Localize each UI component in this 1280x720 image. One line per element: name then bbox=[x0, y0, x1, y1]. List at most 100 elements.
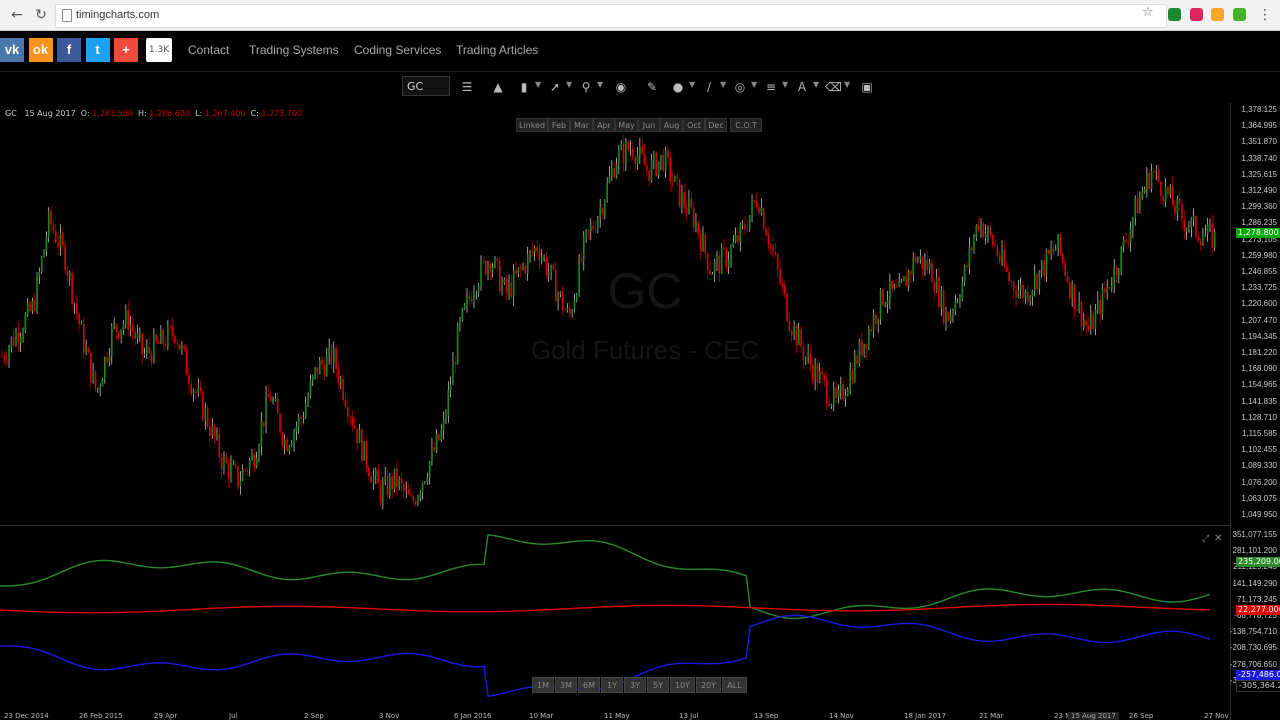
candle-body bbox=[442, 418, 445, 431]
text-tool-icon[interactable]: A bbox=[794, 79, 810, 95]
candle-body bbox=[225, 456, 228, 463]
cot-red-label: 22,277.000 bbox=[1236, 605, 1280, 615]
candle-body bbox=[748, 215, 751, 231]
chevron-down-icon[interactable]: ▼ bbox=[566, 80, 572, 89]
candle-body bbox=[412, 495, 415, 502]
candle-body bbox=[854, 355, 856, 382]
pencil-icon[interactable]: ✎ bbox=[644, 79, 660, 95]
back-arrow-icon[interactable]: ← bbox=[7, 5, 27, 25]
candle-body bbox=[660, 154, 662, 162]
candle-body bbox=[557, 294, 559, 302]
candle-body bbox=[1052, 249, 1055, 251]
chevron-down-icon[interactable]: ▼ bbox=[720, 80, 726, 89]
indicators-icon[interactable]: ☰ bbox=[459, 79, 475, 95]
date-tick-label: 13 Jul bbox=[679, 712, 699, 720]
target-icon[interactable]: ◎ bbox=[732, 79, 748, 95]
month-button-aug[interactable]: Aug bbox=[660, 118, 683, 132]
chevron-down-icon[interactable]: ▼ bbox=[689, 80, 695, 89]
candle-type-icon[interactable]: ▮ bbox=[516, 79, 532, 95]
bookmark-star-icon[interactable]: ☆ bbox=[1142, 5, 1154, 20]
candle-body bbox=[1038, 270, 1041, 290]
chevron-down-icon[interactable]: ▼ bbox=[844, 80, 850, 89]
range-button-1y[interactable]: 1Y bbox=[601, 677, 623, 693]
nav-link-contact[interactable]: Contact bbox=[188, 43, 229, 57]
eye-icon[interactable]: ◉ bbox=[613, 79, 629, 95]
expand-icon[interactable]: ⤢ bbox=[1202, 534, 1209, 544]
line-tool-icon[interactable]: ∕ bbox=[701, 79, 717, 95]
candle-body bbox=[879, 289, 882, 320]
candle-body bbox=[232, 464, 235, 466]
price-axis[interactable]: 1,378.125 1,364.995 1,351.870 1,338.740 1,32… bbox=[1230, 103, 1280, 720]
odnoklassniki-icon[interactable]: ok bbox=[28, 38, 53, 62]
candle-body bbox=[379, 483, 382, 502]
range-button-3m[interactable]: 3M bbox=[555, 677, 577, 693]
candle-body bbox=[363, 441, 365, 461]
range-button-all[interactable]: ALL bbox=[722, 677, 747, 693]
symbol-input[interactable]: GC bbox=[402, 76, 450, 96]
candle-body bbox=[372, 475, 375, 483]
zoom-icon[interactable]: ⚲ bbox=[578, 79, 594, 95]
chevron-down-icon[interactable]: ▼ bbox=[782, 80, 788, 89]
fib-icon[interactable]: ≡ bbox=[763, 79, 779, 95]
candle-body bbox=[667, 150, 669, 158]
candle-body bbox=[940, 289, 943, 307]
range-button-3y[interactable]: 3Y bbox=[624, 677, 646, 693]
candle-body bbox=[767, 235, 770, 245]
month-button-linked[interactable]: Linked bbox=[516, 118, 548, 132]
extension-icon[interactable] bbox=[1168, 8, 1181, 21]
chevron-down-icon[interactable]: ▼ bbox=[813, 80, 819, 89]
date-tick-label: 21 Mar bbox=[979, 712, 1004, 720]
close-icon[interactable]: ✕ bbox=[1214, 533, 1222, 544]
nav-link-coding-services[interactable]: Coding Services bbox=[354, 43, 441, 57]
vk-icon[interactable]: vk bbox=[0, 38, 24, 62]
extension-icon[interactable] bbox=[1190, 8, 1203, 21]
compare-icon[interactable]: ▲ bbox=[490, 79, 506, 95]
cot-tick-label: 351,077.155 bbox=[1232, 530, 1278, 539]
nav-link-trading-articles[interactable]: Trading Articles bbox=[456, 43, 538, 57]
chevron-down-icon[interactable]: ▼ bbox=[597, 80, 603, 89]
range-button-10y[interactable]: 10Y bbox=[670, 677, 695, 693]
facebook-icon[interactable]: f bbox=[57, 38, 81, 62]
month-button-feb[interactable]: Feb bbox=[548, 118, 570, 132]
extension-icon[interactable] bbox=[1233, 8, 1246, 21]
candle-body bbox=[636, 155, 639, 165]
range-button-1m[interactable]: 1M bbox=[532, 677, 554, 693]
candle-body bbox=[1118, 272, 1120, 276]
month-button-apr[interactable]: Apr bbox=[593, 118, 615, 132]
trash-icon[interactable]: ⌫ bbox=[825, 79, 842, 95]
candle-body bbox=[45, 238, 48, 250]
menu-dots-icon[interactable]: ⋮ bbox=[1255, 5, 1275, 25]
candle-body bbox=[382, 482, 384, 502]
candle-body bbox=[414, 501, 417, 505]
month-button-cot[interactable]: C.O.T bbox=[730, 118, 762, 132]
candle-body bbox=[323, 364, 326, 376]
share-plus-icon[interactable]: + bbox=[114, 38, 138, 62]
range-button-5y[interactable]: 5Y bbox=[647, 677, 669, 693]
address-bar[interactable]: timingcharts.com bbox=[55, 4, 1167, 28]
chevron-down-icon[interactable]: ▼ bbox=[535, 80, 541, 89]
candle-body bbox=[54, 231, 57, 243]
twitter-icon[interactable]: t bbox=[85, 38, 110, 62]
candle-body bbox=[601, 208, 604, 215]
candle-body bbox=[1040, 260, 1043, 271]
cursor-icon[interactable]: ➚ bbox=[547, 79, 563, 95]
camera-icon[interactable]: ▣ bbox=[859, 79, 875, 95]
candle-body bbox=[468, 296, 471, 299]
range-button-6m[interactable]: 6M bbox=[578, 677, 600, 693]
chevron-down-icon[interactable]: ▼ bbox=[751, 80, 757, 89]
date-axis[interactable]: 23 Dec 2014 26 Feb 2015 29 Apr Jul 2 Sep 3 No… bbox=[0, 712, 1230, 720]
month-button-may[interactable]: May bbox=[615, 118, 638, 132]
candle-body bbox=[325, 355, 328, 376]
month-button-mar[interactable]: Mar bbox=[570, 118, 593, 132]
range-button-20y[interactable]: 20Y bbox=[696, 677, 721, 693]
reload-icon[interactable]: ↻ bbox=[31, 5, 51, 25]
candle-body bbox=[206, 408, 209, 427]
month-button-oct[interactable]: Oct bbox=[683, 118, 705, 132]
candle-body bbox=[587, 230, 590, 232]
month-button-jun[interactable]: Jun bbox=[638, 118, 660, 132]
month-button-dec[interactable]: Dec bbox=[705, 118, 727, 132]
nav-link-trading-systems[interactable]: Trading Systems bbox=[249, 43, 339, 57]
extension-icon[interactable] bbox=[1211, 8, 1224, 21]
candle-body bbox=[480, 260, 482, 286]
dot-icon[interactable]: ● bbox=[670, 79, 686, 95]
